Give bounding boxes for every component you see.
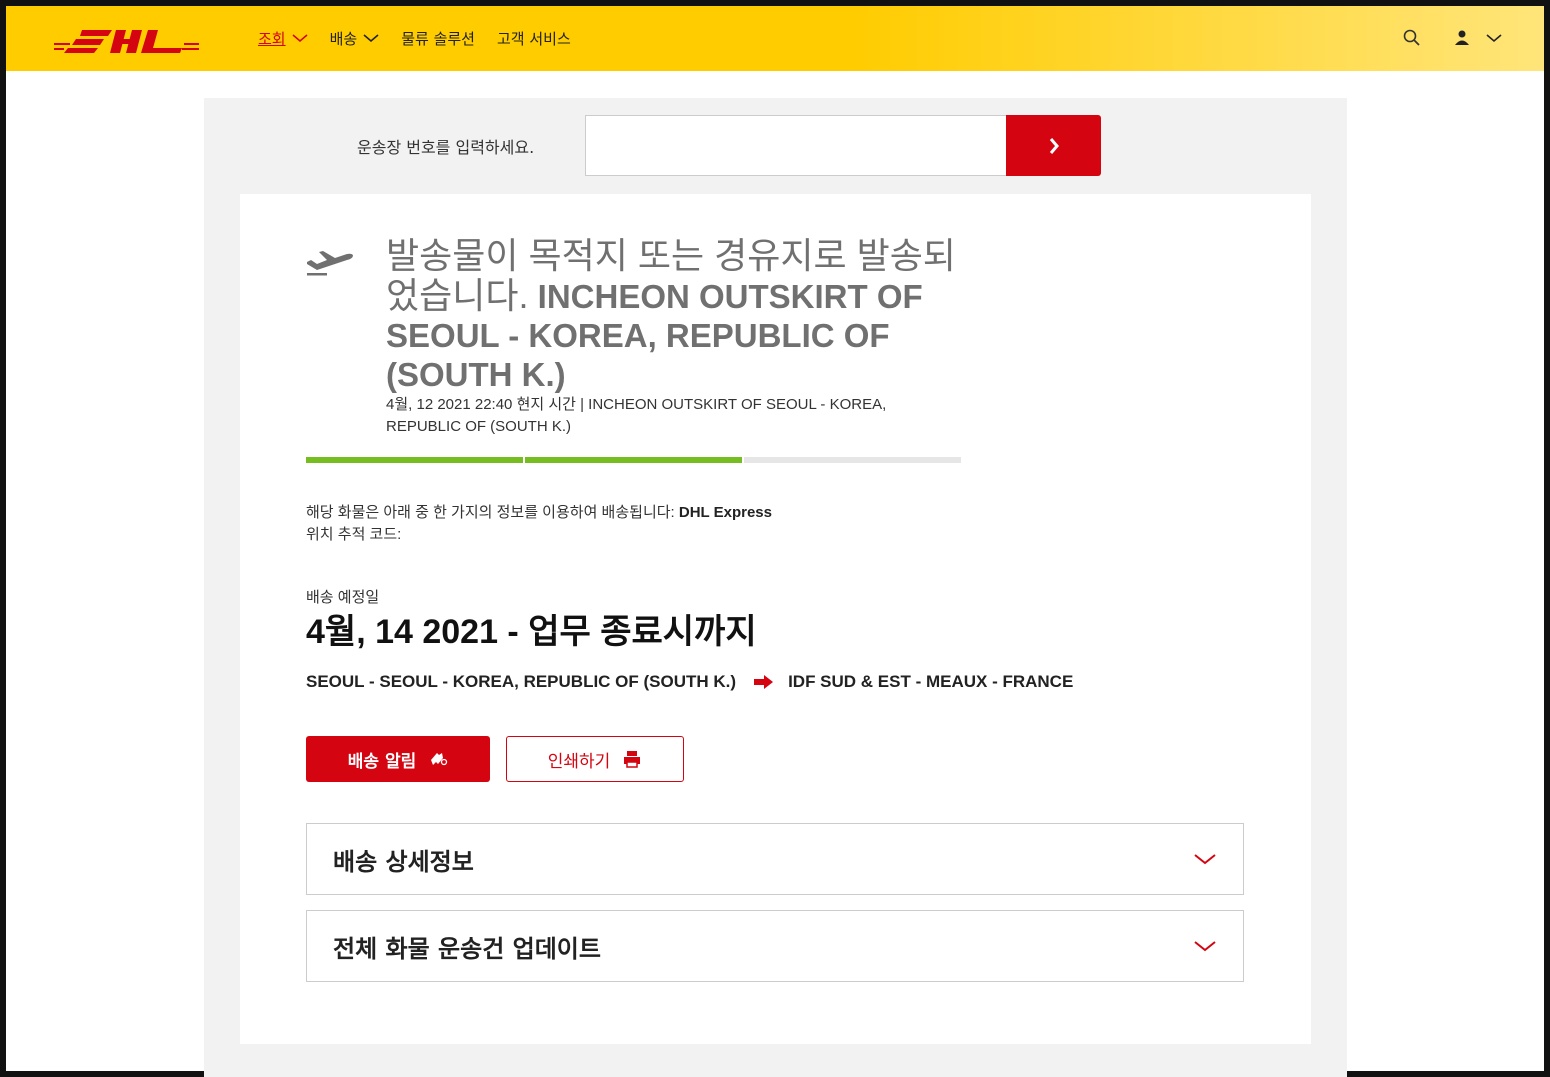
arrow-right-icon xyxy=(754,675,774,689)
chevron-down-icon xyxy=(292,34,308,43)
nav-item-logistics[interactable]: 물류 솔루션 xyxy=(401,26,475,50)
button-label: 배송 알림 xyxy=(347,751,417,772)
status-timestamp: 4월, 12 2021 22:40 현지 시간 | INCHEON OUTSKI… xyxy=(386,396,887,435)
dhl-logo[interactable] xyxy=(54,26,199,56)
service-prefix: 해당 화물은 아래 중 한 가지의 정보를 이용하여 배송됩니다: xyxy=(306,504,679,521)
header-actions xyxy=(1402,28,1504,48)
service-line: 해당 화물은 아래 중 한 가지의 정보를 이용하여 배송됩니다: DHL Ex… xyxy=(306,502,772,524)
nav-item-label: 물류 솔루션 xyxy=(401,29,475,48)
chevron-down-icon xyxy=(1194,941,1216,952)
nav-item-lookup[interactable]: 조회 xyxy=(258,26,308,50)
delivery-service-info: 해당 화물은 아래 중 한 가지의 정보를 이용하여 배송됩니다: DHL Ex… xyxy=(306,502,772,546)
tracking-code-line: 위치 추적 코드: xyxy=(306,526,402,543)
accordion-title: 전체 화물 운송건 업데이트 xyxy=(333,934,601,963)
nav-item-label: 고객 서비스 xyxy=(497,29,571,48)
route-destination: IDF SUD & EST - MEAUX - FRANCE xyxy=(788,672,1074,691)
top-header: 조회 배송 물류 솔루션 고객 서비스 xyxy=(6,6,1544,71)
printer-icon xyxy=(624,751,641,768)
route-origin: SEOUL - SEOUL - KOREA, REPUBLIC OF (SOUT… xyxy=(306,672,737,691)
shipment-status-title: 발송물이 목적지 또는 경유지로 발송되었습니다. INCHEON OUTSKI… xyxy=(386,236,966,394)
accordion-title: 배송 상세정보 xyxy=(333,847,474,876)
progress-step xyxy=(525,457,742,463)
chevron-down-icon xyxy=(363,34,379,43)
shipment-details-accordion[interactable]: 배송 상세정보 xyxy=(306,823,1244,895)
user-icon[interactable] xyxy=(1452,28,1472,48)
main-nav: 조회 배송 물류 솔루션 고객 서비스 xyxy=(258,26,593,50)
nav-item-shipping[interactable]: 배송 xyxy=(330,26,380,50)
chevron-down-icon xyxy=(1194,854,1216,865)
service-name: DHL Express xyxy=(678,504,772,521)
nav-item-customer-service[interactable]: 고객 서비스 xyxy=(497,26,571,50)
print-button[interactable]: 인쇄하기 xyxy=(506,736,684,782)
progress-step xyxy=(306,457,523,463)
delivery-notification-button[interactable]: 배송 알림 xyxy=(306,736,490,782)
notification-icon xyxy=(431,753,448,766)
plane-icon xyxy=(307,251,353,276)
tracking-number-label: 운송장 번호를 입력하세요. xyxy=(357,138,535,157)
tracking-number-input[interactable] xyxy=(585,115,1007,176)
progress-step xyxy=(744,457,961,463)
nav-item-label: 배송 xyxy=(329,29,358,48)
chevron-right-icon xyxy=(1049,137,1059,154)
search-icon[interactable] xyxy=(1402,28,1422,48)
shipment-progress-bar xyxy=(306,457,961,463)
eta-value: 4월, 14 2021 - 업무 종료시까지 xyxy=(306,613,757,651)
track-submit-button[interactable] xyxy=(1006,115,1101,176)
button-label: 인쇄하기 xyxy=(547,751,611,772)
all-shipment-updates-accordion[interactable]: 전체 화물 운송건 업데이트 xyxy=(306,910,1244,982)
nav-item-label: 조회 xyxy=(258,29,286,48)
chevron-down-icon[interactable] xyxy=(1484,28,1504,48)
shipment-route: SEOUL - SEOUL - KOREA, REPUBLIC OF (SOUT… xyxy=(306,672,1073,692)
